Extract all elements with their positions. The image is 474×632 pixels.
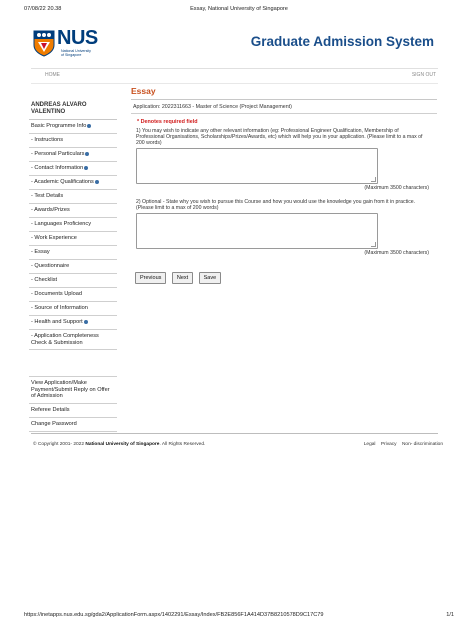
- sidebar-item-label: - Health and Support: [31, 319, 83, 325]
- sidebar-secondary-item[interactable]: Change Password: [29, 418, 117, 432]
- sidebar-item-label: - Languages Proficiency: [31, 221, 92, 227]
- footer-links: Legal Privacy Non- discrimination: [360, 442, 443, 447]
- print-url: https://inetapps.nus.edu.sg/gda2/Applica…: [24, 612, 324, 618]
- sidebar-item-label: - Awards/Prizes: [31, 207, 70, 213]
- sidebar-item[interactable]: - Health and Support: [29, 316, 117, 330]
- nus-crest-icon: [33, 30, 55, 57]
- sidebar-item[interactable]: - Languages Proficiency: [29, 218, 117, 232]
- arrow-circle-icon: [85, 151, 90, 156]
- sidebar-item[interactable]: - Contact Information: [29, 162, 117, 176]
- sidebar-item[interactable]: - Personal Particulars: [29, 148, 117, 162]
- sidebar-item-label: - Instructions: [31, 137, 64, 143]
- resize-grip-icon[interactable]: [371, 177, 376, 182]
- print-header: 07/08/22 20.38 Essay, National Universit…: [24, 6, 454, 18]
- form-buttons: Previous Next Save: [135, 266, 437, 284]
- sidebar-item[interactable]: - Awards/Prizes: [29, 204, 117, 218]
- next-button[interactable]: Next: [171, 272, 194, 284]
- sidebar-item[interactable]: - Application Completeness Check & Submi…: [29, 330, 117, 351]
- question-1-label: 1) You may wish to indicate any other re…: [136, 128, 423, 146]
- sidebar: ANDREAS ALVARO VALENTINO Basic Programme…: [29, 102, 117, 351]
- sidebar-item[interactable]: - Checklist: [29, 274, 117, 288]
- sidebar-item[interactable]: - Instructions: [29, 134, 117, 148]
- sidebar-item-label: - Application Completeness Check & Submi…: [31, 333, 99, 346]
- sidebar-secondary-menu: View Application/Make Payment/Submit Rep…: [29, 376, 117, 432]
- logo-subtitle-line2: of Singapore: [61, 53, 82, 58]
- sidebar-item[interactable]: - Work Experience: [29, 232, 117, 246]
- home-link[interactable]: HOME: [45, 72, 60, 78]
- copyright-org: National University of Singapore: [85, 442, 160, 447]
- nus-logo[interactable]: NUS National University of Singapore: [33, 27, 113, 64]
- sidebar-item-label: - Essay: [31, 249, 50, 255]
- print-footer: https://inetapps.nus.edu.sg/gda2/Applica…: [24, 612, 454, 624]
- question-1-max-chars: (Maximum 3500 characters): [364, 185, 429, 191]
- main-content: Essay Application: 2022311663 - Master o…: [131, 86, 437, 284]
- sidebar-item-label: - Documents Upload: [31, 291, 82, 297]
- privacy-link[interactable]: Privacy: [381, 442, 397, 447]
- sidebar-item-label: - Checklist: [31, 277, 58, 283]
- sidebar-item[interactable]: - Test Details: [29, 190, 117, 204]
- question-1-textarea[interactable]: [136, 148, 378, 184]
- sidebar-item[interactable]: - Source of Information: [29, 302, 117, 316]
- system-title: Graduate Admission System: [250, 34, 434, 49]
- sidebar-item[interactable]: - Essay: [29, 246, 117, 260]
- footer-divider: [31, 433, 438, 434]
- arrow-circle-icon: [83, 319, 88, 324]
- sidebar-item-label: - Test Details: [31, 193, 64, 199]
- sidebar-secondary-item[interactable]: View Application/Make Payment/Submit Rep…: [29, 377, 117, 404]
- sidebar-item-label: - Academic Qualifications: [31, 179, 94, 185]
- arrow-circle-icon: [84, 165, 89, 170]
- arrow-circle-icon: [94, 179, 99, 184]
- legal-link[interactable]: Legal: [364, 442, 376, 447]
- sidebar-item-label: - Contact Information: [31, 165, 84, 171]
- required-field-note: * Denotes required field: [137, 119, 198, 125]
- previous-button[interactable]: Previous: [135, 272, 167, 284]
- non-discrimination-link[interactable]: Non- discrimination: [402, 442, 443, 447]
- print-page-title: Essay, National University of Singapore: [190, 6, 288, 12]
- sign-out-link[interactable]: SIGN OUT: [412, 72, 436, 78]
- sidebar-item[interactable]: - Questionnaire: [29, 260, 117, 274]
- question-2-label: 2) Optional - State why you wish to purs…: [136, 199, 416, 211]
- sidebar-item-label: - Source of Information: [31, 305, 88, 311]
- copyright-suffix: . All Rights Reserved.: [159, 442, 206, 447]
- sidebar-item[interactable]: - Documents Upload: [29, 288, 117, 302]
- print-page-number: 1/1: [446, 612, 454, 618]
- arrow-circle-icon: [87, 123, 92, 128]
- question-2-textarea[interactable]: [136, 213, 378, 249]
- sidebar-item-label: Basic Programme Info: [31, 123, 87, 129]
- question-2-max-chars: (Maximum 3500 characters): [364, 250, 429, 256]
- logo-subtitle: National University of Singapore: [61, 49, 91, 57]
- sidebar-item-label: - Questionnaire: [31, 263, 70, 269]
- application-info: Application: 2022311663 - Master of Scie…: [131, 104, 437, 114]
- sidebar-item[interactable]: - Academic Qualifications: [29, 176, 117, 190]
- copyright-prefix: © Copyright 2001- 2022: [33, 442, 85, 447]
- sidebar-secondary-item[interactable]: Referee Details: [29, 404, 117, 418]
- sidebar-item-label: - Work Experience: [31, 235, 77, 241]
- page-title: Essay: [131, 86, 437, 100]
- save-button[interactable]: Save: [198, 272, 222, 284]
- sidebar-menu: Basic Programme Info - Instructions - Pers…: [29, 120, 117, 351]
- sidebar-item[interactable]: Basic Programme Info: [29, 120, 117, 134]
- logo-wordmark: NUS: [57, 27, 98, 49]
- applicant-name: ANDREAS ALVARO VALENTINO: [29, 102, 117, 120]
- copyright: © Copyright 2001- 2022 National Universi…: [33, 442, 205, 447]
- sidebar-item-label: - Personal Particulars: [31, 151, 85, 157]
- resize-grip-icon[interactable]: [371, 242, 376, 247]
- top-nav: HOME SIGN OUT: [31, 68, 438, 84]
